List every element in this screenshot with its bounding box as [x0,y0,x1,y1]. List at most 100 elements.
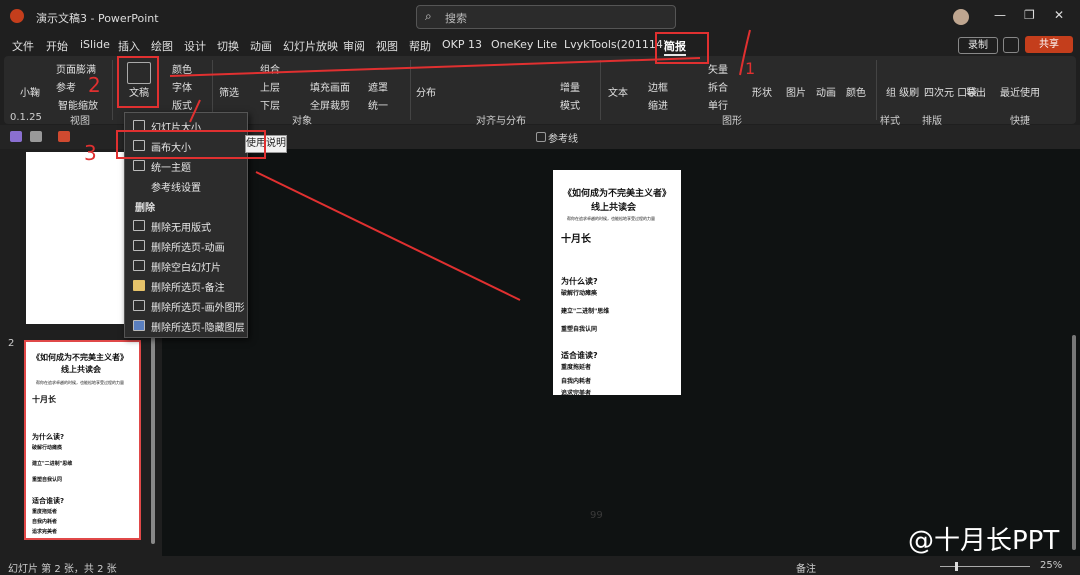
status-bar [0,556,1080,574]
tab-design[interactable]: 设计 [184,38,206,54]
menu-item-guides-settings[interactable]: 参考线设置 [125,175,245,195]
minimize-icon[interactable]: — [994,8,1006,22]
tab-islide[interactable]: iSlide [80,38,110,51]
color2-button[interactable]: 颜色 [846,84,866,99]
thumb-b2: 建立"二进制"思维 [32,461,73,467]
shape-button[interactable]: 形状 [752,84,772,99]
zoom-knob[interactable] [955,562,958,571]
group-brush-button[interactable]: 组 级刷 [886,84,919,99]
slide-b3: 重塑自我认同 [561,326,598,333]
tab-transitions[interactable]: 切换 [217,38,239,54]
vector-button[interactable]: 矢量 [708,61,728,76]
menu-label: 参考线设置 [151,183,201,194]
record-button[interactable]: 录制 [958,37,998,54]
share-button[interactable]: 共享 [1025,36,1073,53]
restore-icon[interactable]: ❐ [1024,8,1035,22]
filter-button[interactable]: 筛选 [219,84,239,99]
save-icon[interactable] [10,131,22,142]
fill-screen-button[interactable]: 填充画面 [310,79,350,94]
format-button[interactable]: 版式 [172,97,192,112]
reference-option[interactable]: 参考 [56,79,76,94]
close-icon[interactable]: ✕ [1054,8,1064,22]
distribute-button[interactable]: 分布 [416,84,436,99]
ribbon-separator [112,60,113,120]
thumb-h1: 十月长 [32,395,56,404]
thumb-c1: 重度拖延者 [32,509,58,515]
full-bleed-button[interactable]: 全屏裁剪 [310,97,350,112]
indent-button[interactable]: 缩进 [648,97,668,112]
theme-icon [133,160,145,171]
thumb-h2: 为什么读? [32,433,65,441]
document-icon [127,62,151,84]
recent-button[interactable]: 最近使用 [1000,84,1040,99]
unify-button[interactable]: 统一 [368,97,388,112]
comment-button[interactable] [1003,37,1019,53]
split-button[interactable]: 拆合 [708,79,728,94]
xiaoju-button[interactable]: 小鞠 [20,84,40,99]
page-option-pengman[interactable]: 页面膨满 [56,61,96,76]
record-label: 录制 [968,40,988,51]
version-label: 0.1.25 [10,112,42,123]
tab-animations[interactable]: 动画 [250,38,272,54]
menu-item-delete-animation[interactable]: 删除所选页-动画 [125,235,245,255]
menu-item-slide-size[interactable]: 幻灯片大小 [125,115,245,135]
tab-review[interactable]: 审阅 [343,38,365,54]
group-button[interactable]: 组合 [260,61,280,76]
text-button[interactable]: 文本 [608,84,628,99]
single-row-button[interactable]: 单行 [708,97,728,112]
menu-label: 幻灯片大小 [151,123,201,134]
color-button[interactable]: 颜色 [172,61,192,76]
tab-okp[interactable]: OKP 13 [442,38,482,51]
tab-onekey[interactable]: OneKey Lite [491,38,557,51]
avatar[interactable] [953,9,969,25]
menu-item-delete-hidden[interactable]: 删除所选页-隐藏图层 [125,315,245,335]
slide-b2: 建立"二进制"思维 [561,308,610,315]
tab-jianbao[interactable]: 简报 [664,38,686,56]
window-title: 演示文稿3 - PowerPoint [36,12,159,25]
slide-thumbnail-2[interactable]: 《如何成为不完美主义者》 线上共读会 帮你在追求卓越的时候，也能松地享受过程的力… [24,340,141,540]
thumb-title2: 线上共读会 [61,365,101,374]
picture-button[interactable]: 图片 [786,84,806,99]
increase-button[interactable]: 增量 [560,79,580,94]
powerpoint-logo-icon [10,9,24,23]
tab-help[interactable]: 帮助 [409,38,431,54]
canvas-scrollbar[interactable] [1072,335,1076,550]
export-button[interactable]: 导出 [966,84,986,99]
notes-button[interactable]: 备注 [796,560,816,575]
menu-item-unify-theme[interactable]: 统一主题 [125,155,245,175]
islide-icon[interactable] [58,131,70,142]
menu-label: 删除所选页-隐藏图层 [151,323,245,334]
border-button[interactable]: 边框 [648,79,668,94]
tab-insert[interactable]: 插入 [118,38,140,54]
mode-button[interactable]: 模式 [560,97,580,112]
tab-file[interactable]: 文件 [12,38,34,54]
zoom-level[interactable]: 25% [1040,560,1062,571]
menu-label: 删除空白幻灯片 [151,263,221,274]
send-backward-button[interactable]: 下层 [260,97,280,112]
smart-zoom-button[interactable]: 智能缩放 [58,97,98,112]
bring-forward-button[interactable]: 上层 [260,79,280,94]
slide-thumbnail-1[interactable] [26,152,138,324]
search-input[interactable]: ⌕ 搜索 [416,5,676,29]
tab-slideshow[interactable]: 幻灯片放映 [283,38,338,54]
main-slide[interactable]: 《如何成为不完美主义者》 线上共读会 帮你在追求卓越的时候，也能松地享受过程的力… [553,170,681,397]
thumb-subtitle: 帮你在追求卓越的时候，也能松地享受过程的力量 [36,380,124,385]
animation-button[interactable]: 动画 [816,84,836,99]
hidden-layer-icon [133,320,145,331]
font-button[interactable]: 字体 [172,79,192,94]
menu-item-delete-layouts[interactable]: 删除无用版式 [125,215,245,235]
mask-button[interactable]: 遮罩 [368,79,388,94]
reference-line-checkbox[interactable] [536,132,546,142]
zoom-slider[interactable] [940,566,1030,567]
menu-item-delete-offslide[interactable]: 删除所选页-画外图形 [125,295,245,315]
document-button[interactable]: 文稿 [129,84,149,99]
tab-view[interactable]: 视图 [376,38,398,54]
tab-lvyktools[interactable]: LvykTools(201114) [564,38,667,51]
undo-icon[interactable] [30,131,42,142]
menu-item-delete-notes[interactable]: 删除所选页-备注 [125,275,245,295]
thumbnail-scrollbar[interactable] [151,330,155,544]
tab-home[interactable]: 开始 [46,38,68,54]
menu-item-delete-blank[interactable]: 删除空白幻灯片 [125,255,245,275]
tab-draw[interactable]: 绘图 [151,38,173,54]
menu-item-canvas-size[interactable]: 画布大小 [125,135,245,155]
